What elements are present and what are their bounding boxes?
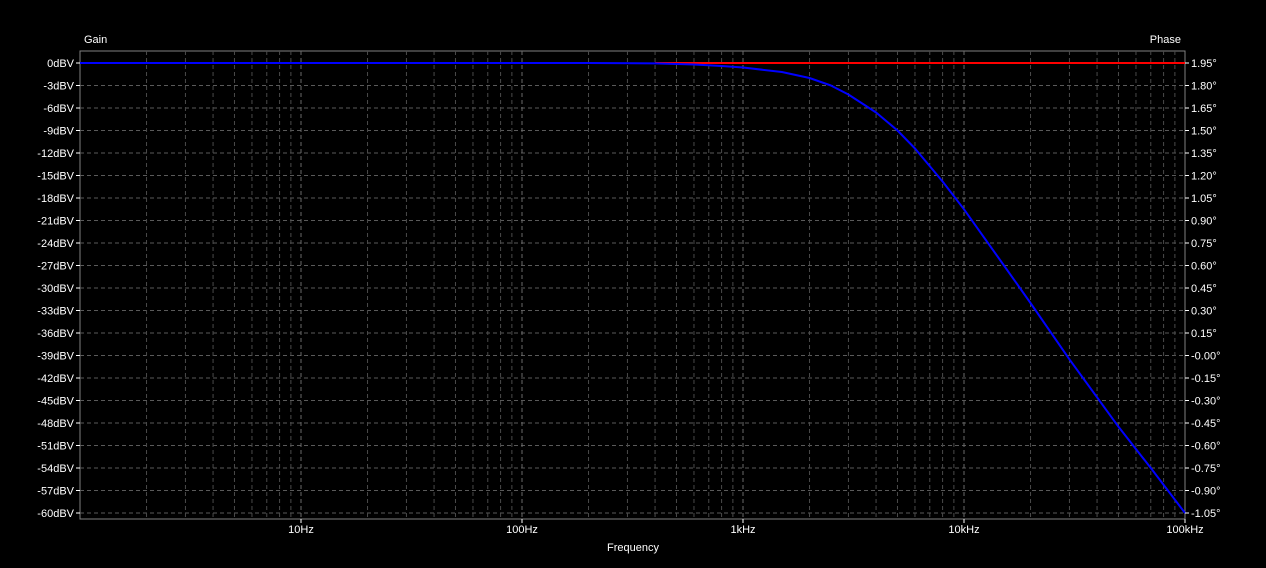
left-tick-label: -21dBV — [37, 215, 74, 227]
right-tick-label: 0.75° — [1191, 238, 1217, 250]
right-tick-label: -0.15° — [1191, 373, 1220, 385]
x-tick-label: 10kHz — [948, 524, 979, 536]
right-tick-label: -0.00° — [1191, 350, 1220, 362]
left-tick-label: -51dBV — [37, 440, 74, 452]
left-tick-label: -30dBV — [37, 283, 74, 295]
right-axis-title: Phase — [1150, 34, 1181, 46]
left-tick-label: -45dBV — [37, 395, 74, 407]
right-tick-label: -0.45° — [1191, 418, 1220, 430]
right-tick-label: -0.75° — [1191, 463, 1220, 475]
right-tick-label: 1.35° — [1191, 148, 1217, 160]
left-tick-label: 0dBV — [47, 58, 75, 70]
x-axis-ticks: 10Hz 100Hz 1kHz 10kHz 100kHz — [288, 519, 1204, 536]
right-tick-label: -0.30° — [1191, 395, 1220, 407]
right-tick-label: 1.65° — [1191, 103, 1217, 115]
left-tick-label: -39dBV — [37, 350, 74, 362]
left-tick-label: -6dBV — [43, 103, 74, 115]
left-tick-label: -57dBV — [37, 485, 74, 497]
left-tick-label: -54dBV — [37, 463, 74, 475]
right-tick-label: 1.20° — [1191, 170, 1217, 182]
right-tick-label: 0.45° — [1191, 283, 1217, 295]
left-tick-label: -12dBV — [37, 148, 74, 160]
left-tick-label: -48dBV — [37, 418, 74, 430]
x-tick-label: 1kHz — [730, 524, 755, 536]
left-tick-label: -24dBV — [37, 238, 74, 250]
x-tick-label: 100kHz — [1166, 524, 1203, 536]
left-tick-label: -27dBV — [37, 260, 74, 272]
x-tick-label: 100Hz — [506, 524, 538, 536]
left-tick-label: -42dBV — [37, 373, 74, 385]
right-tick-label: 1.50° — [1191, 125, 1217, 137]
right-axis-ticks: 1.95° 1.80° 1.65° 1.50° 1.35° 1.20° 1.05° 0.90°… — [1185, 58, 1220, 520]
right-tick-label: -0.60° — [1191, 440, 1220, 452]
right-tick-label: 1.80° — [1191, 80, 1217, 92]
right-tick-label: -1.05° — [1191, 508, 1220, 520]
right-tick-label: 0.90° — [1191, 215, 1217, 227]
x-tick-label: 10Hz — [288, 524, 314, 536]
right-tick-label: 1.95° — [1191, 58, 1217, 70]
left-axis-title: Gain — [84, 34, 107, 46]
left-tick-label: -36dBV — [37, 328, 74, 340]
right-tick-label: 0.15° — [1191, 328, 1217, 340]
left-tick-label: -18dBV — [37, 193, 74, 205]
x-axis-title: Frequency — [607, 542, 659, 554]
right-tick-label: 0.60° — [1191, 260, 1217, 272]
left-axis-ticks: 0dBV -3dBV -6dBV -9dBV -12dBV -15dBV -18dBV -21… — [37, 58, 80, 520]
plot-area — [79, 50, 1186, 520]
left-tick-label: -33dBV — [37, 305, 74, 317]
bode-plot: 0dBV -3dBV -6dBV -9dBV -12dBV -15dBV -18dBV -21… — [0, 0, 1266, 568]
right-tick-label: 1.05° — [1191, 193, 1217, 205]
left-tick-label: -15dBV — [37, 170, 74, 182]
right-tick-label: 0.30° — [1191, 305, 1217, 317]
left-tick-label: -60dBV — [37, 508, 74, 520]
chart-svg: 0dBV -3dBV -6dBV -9dBV -12dBV -15dBV -18dBV -21… — [37, 34, 1220, 554]
left-tick-label: -9dBV — [43, 125, 74, 137]
right-tick-label: -0.90° — [1191, 485, 1220, 497]
left-tick-label: -3dBV — [43, 80, 74, 92]
